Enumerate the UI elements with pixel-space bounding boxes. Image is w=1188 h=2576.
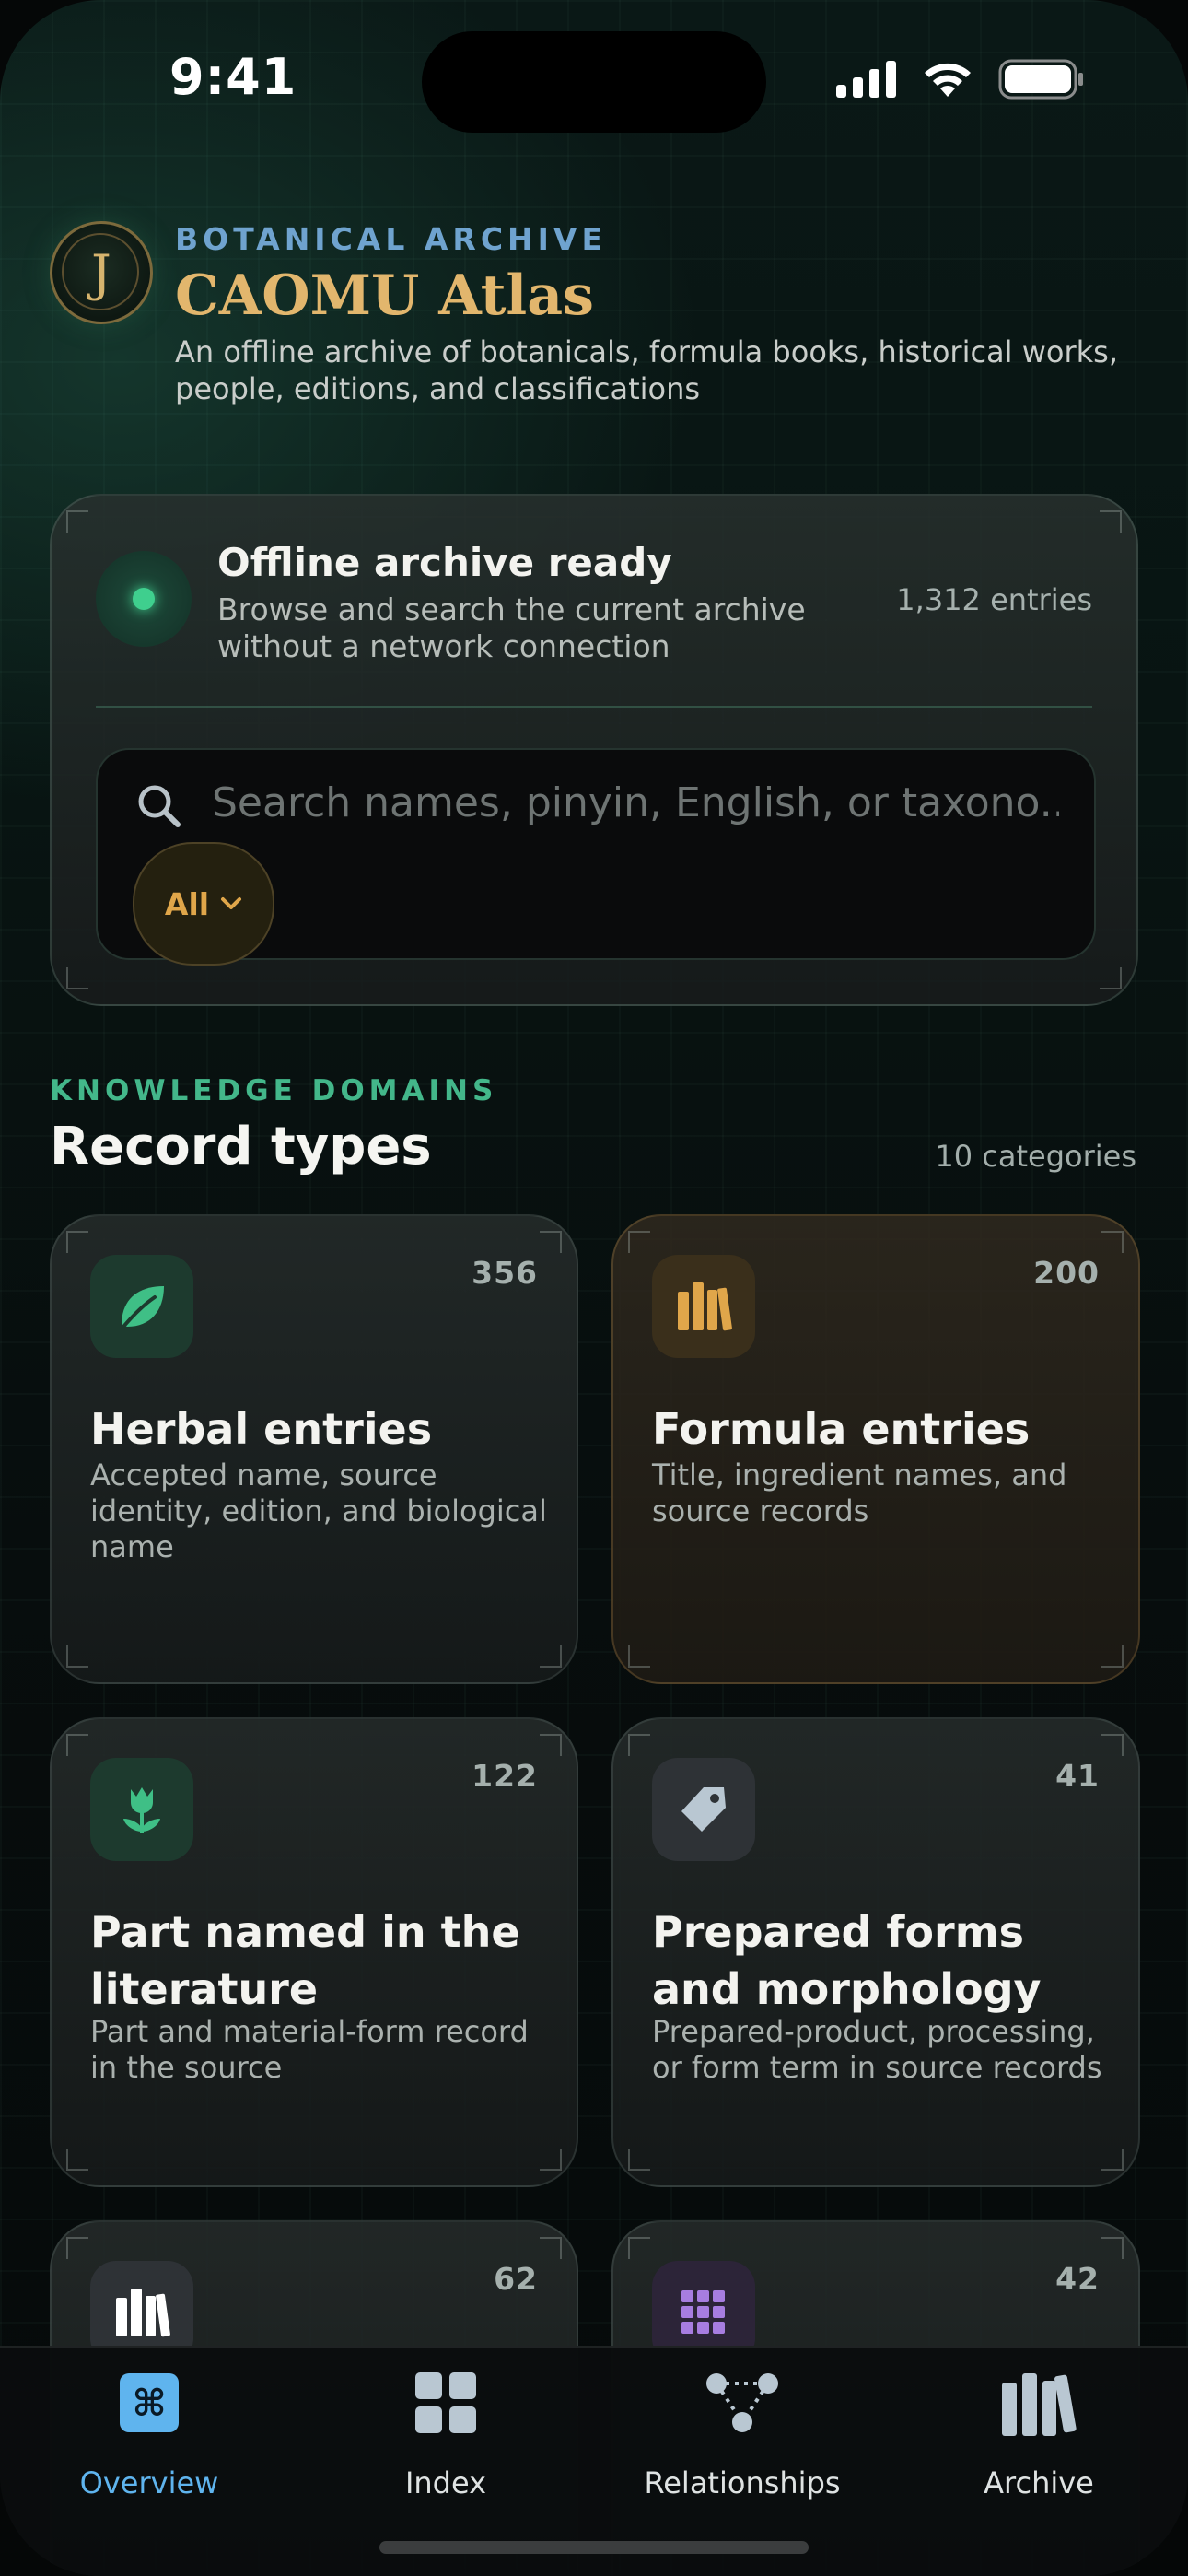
app-screen: 9:41 J BOTANICAL ARCHIVE CAOMU Atlas An …: [0, 0, 1188, 2576]
record-type-card-herbal[interactable]: 356 Herbal entries Accepted name, source…: [50, 1214, 578, 1684]
tag-icon: [652, 1758, 755, 1861]
command-icon: ⌘: [29, 2366, 269, 2440]
status-indicator: [96, 551, 192, 647]
chevron-down-icon: [221, 897, 242, 909]
record-description: Prepared-product, processing, or form te…: [652, 2014, 1102, 2085]
record-count: 200: [1033, 1255, 1100, 1291]
tab-archive[interactable]: Archive: [919, 2366, 1159, 2500]
filter-dropdown[interactable]: All: [133, 842, 274, 966]
record-type-card-formula[interactable]: 200 Formula entries Title, ingredient na…: [611, 1214, 1140, 1684]
section-title: Record types: [50, 1117, 432, 1177]
tulip-icon: [90, 1758, 193, 1861]
entry-count: 1,312 entries: [896, 582, 1092, 617]
svg-text:⌘: ⌘: [132, 2383, 166, 2425]
record-title: Prepared forms and morphology: [652, 1907, 1042, 2014]
leaf-icon: [90, 1255, 193, 1358]
record-title: Herbal entries: [90, 1404, 433, 1454]
header-eyebrow: BOTANICAL ARCHIVE: [175, 221, 608, 257]
search-placeholder[interactable]: Search names, pinyin, English, or taxono…: [212, 779, 1059, 826]
record-count: 356: [472, 1255, 538, 1291]
record-title: Part named in the literature: [90, 1907, 520, 2014]
tab-label: Overview: [79, 2465, 219, 2500]
logo-glyph: J: [91, 243, 111, 302]
filter-label: All: [164, 885, 210, 922]
record-type-card-parts[interactable]: 122 Part named in the literature Part an…: [50, 1717, 578, 2187]
search-field[interactable]: Search names, pinyin, English, or taxono…: [96, 748, 1096, 966]
record-count: 41: [1055, 1758, 1100, 1794]
archive-status-card: Offline archive ready Browse and search …: [50, 494, 1138, 1006]
grid-icon: [326, 2366, 565, 2440]
status-icons: [836, 59, 1085, 100]
dynamic-island: [422, 31, 766, 133]
record-type-card-prepared-forms[interactable]: 41 Prepared forms and morphology Prepare…: [611, 1717, 1140, 2187]
search-icon: [138, 785, 181, 827]
app-subtitle: An offline archive of botanicals, formul…: [175, 334, 1118, 406]
record-count: 122: [472, 1758, 538, 1794]
status-dot-icon: [133, 588, 155, 610]
tab-label: Index: [404, 2465, 487, 2500]
tab-label: Archive: [984, 2465, 1094, 2500]
tab-label: Relationships: [644, 2465, 841, 2500]
record-description: Title, ingredient names, and source reco…: [652, 1458, 1067, 1528]
status-title: Offline archive ready: [217, 540, 672, 585]
battery-icon: [998, 59, 1083, 100]
tab-index[interactable]: Index: [326, 2366, 565, 2500]
books-icon: [652, 1255, 755, 1358]
tab-overview[interactable]: ⌘ Overview: [29, 2366, 269, 2500]
section-eyebrow: KNOWLEDGE DOMAINS: [50, 1074, 498, 1107]
status-subtitle: Browse and search the current archive wi…: [217, 591, 806, 664]
status-time: 9:41: [169, 48, 297, 106]
app-title: CAOMU Atlas: [175, 263, 594, 328]
record-description: Accepted name, source identity, edition,…: [90, 1458, 547, 1564]
record-count: 62: [494, 2261, 538, 2297]
books-icon: [919, 2366, 1159, 2440]
home-indicator[interactable]: [379, 2541, 809, 2554]
section-count: 10 categories: [935, 1139, 1136, 1174]
graph-icon: [623, 2366, 862, 2440]
record-description: Part and material-form record in the sou…: [90, 2014, 529, 2085]
wifi-icon: [925, 63, 971, 97]
app-logo: J: [50, 221, 153, 324]
record-title: Formula entries: [652, 1404, 1031, 1454]
signal-icon: [836, 61, 896, 98]
record-count: 42: [1055, 2261, 1100, 2297]
tab-relationships[interactable]: Relationships: [623, 2366, 862, 2500]
divider: [96, 706, 1092, 708]
